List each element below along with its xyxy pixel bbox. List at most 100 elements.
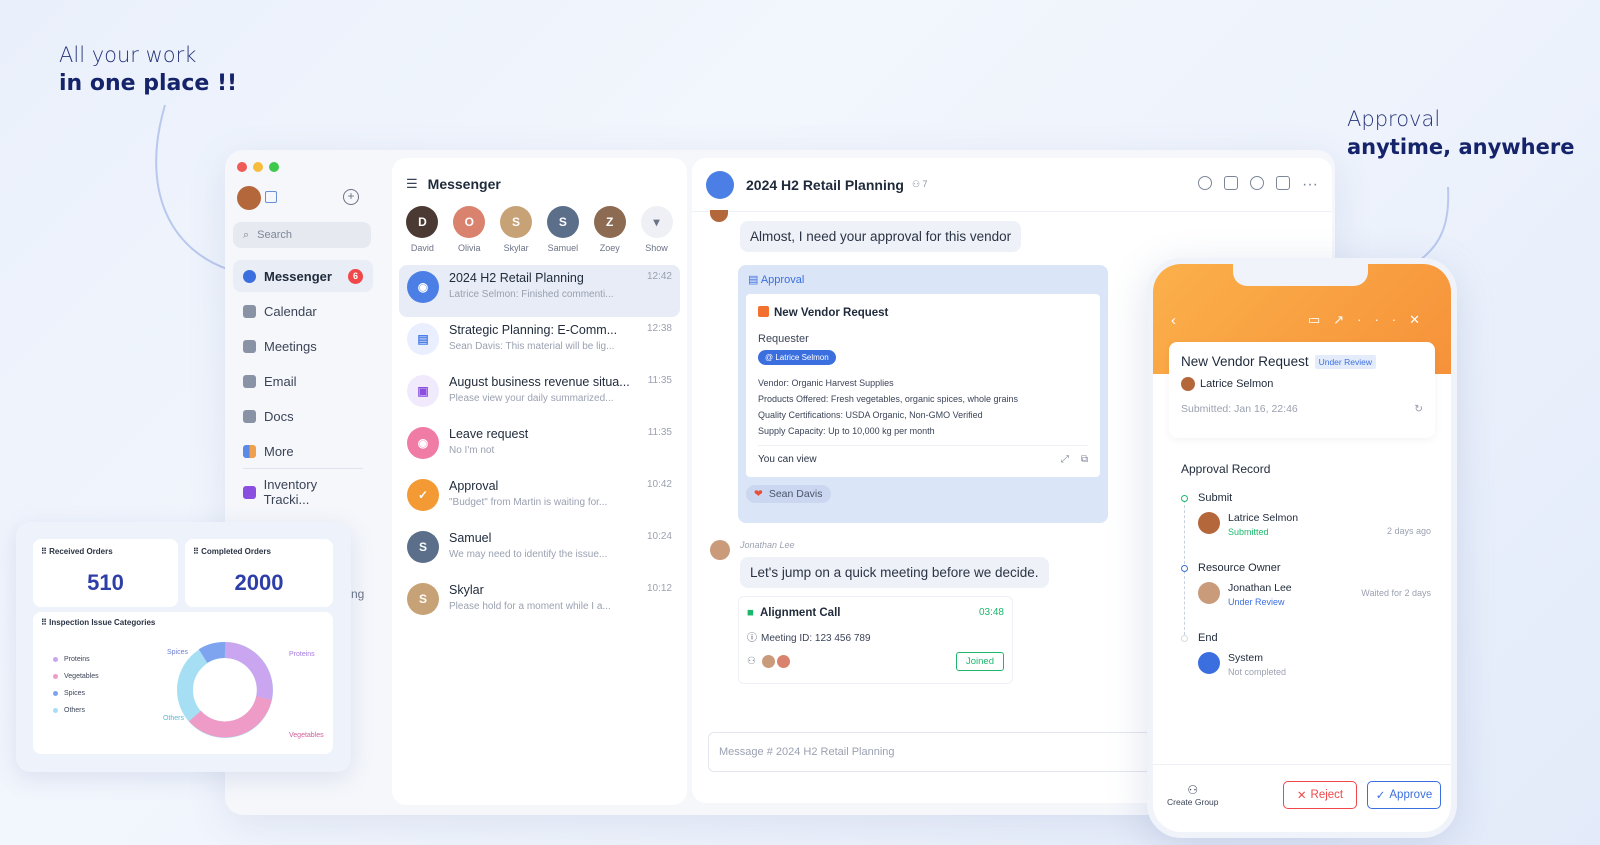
- header-actions[interactable]: ▭↗···✕: [1308, 312, 1433, 328]
- create-group-icon: ⚇: [1187, 782, 1199, 797]
- step-stage: Submit: [1198, 492, 1233, 504]
- approval-card[interactable]: ▤ Approval New Vendor Request Requester …: [738, 265, 1108, 523]
- legend-swatch: [53, 691, 58, 696]
- chat-name: 2024 H2 Retail Planning: [449, 271, 584, 285]
- chat-preview: No I'm not: [449, 445, 495, 456]
- unread-badge: 6: [348, 268, 363, 284]
- app-icon: [243, 485, 256, 499]
- legend-swatch: [53, 708, 58, 713]
- chat-item[interactable]: ▣ August business revenue situa... Please …: [399, 369, 680, 421]
- contact-skylar[interactable]: S Skylar: [493, 206, 540, 253]
- received-orders-card[interactable]: ⠿ Received Orders 510: [33, 539, 178, 607]
- more-icon[interactable]: ···: [1302, 176, 1318, 194]
- contact-zoey[interactable]: Z Zoey: [586, 206, 633, 253]
- donut-vegetables: [189, 695, 272, 738]
- headline-left-line1: All your work: [59, 43, 197, 67]
- nav-calendar-label: Calendar: [264, 303, 317, 319]
- reaction-chip[interactable]: ❤ Sean Davis: [746, 485, 831, 503]
- field-key: Supply Capacity:: [758, 426, 826, 436]
- requester-tag[interactable]: @ Latrice Selmon: [758, 350, 836, 365]
- video-icon[interactable]: [1224, 175, 1239, 190]
- create-group-button[interactable]: ⚇ Create Group: [1167, 783, 1219, 807]
- chat-name: Strategic Planning: E-Comm...: [449, 323, 618, 337]
- group-icon: ◉: [407, 271, 439, 303]
- close-dot[interactable]: [237, 162, 247, 172]
- nav-inventory[interactable]: Inventory Tracki...: [233, 476, 373, 508]
- nav-meetings[interactable]: Meetings: [233, 330, 373, 362]
- sender-name: Jonathan Lee: [740, 540, 795, 550]
- completed-orders-card[interactable]: ⠿ Completed Orders 2000: [185, 539, 333, 607]
- chat-item[interactable]: S Skylar Please hold for a moment while I …: [399, 577, 680, 629]
- phone-request-header: New Vendor Request Under Review: [1181, 354, 1423, 369]
- member-count: ⚇ 7: [911, 179, 928, 189]
- avatar: S: [500, 206, 533, 238]
- nav-messenger[interactable]: Messenger 6: [233, 260, 373, 292]
- add-member-icon[interactable]: [1250, 175, 1265, 190]
- inspection-card[interactable]: ⠿ Inspection Issue Categories Proteins V…: [33, 612, 333, 754]
- back-icon[interactable]: ‹: [1171, 312, 1176, 329]
- donut-spices: [198, 642, 226, 664]
- expand-icon[interactable]: ⤢: [1061, 454, 1069, 465]
- label-proteins: Proteins: [289, 651, 315, 658]
- submitted-row: Submitted: Jan 16, 22:46 ↻: [1181, 403, 1423, 415]
- meeting-card[interactable]: ■ Alignment Call 03:48 ⓘ Meeting ID: 123 45…: [738, 596, 1013, 684]
- chat-item[interactable]: S Samuel We may need to identify the issue…: [399, 525, 680, 577]
- search-box[interactable]: ⌕ Search: [233, 222, 371, 248]
- submitted-text: Submitted: Jan 16, 22:46: [1181, 403, 1298, 415]
- chat-item[interactable]: ✓ Approval "Budget" from Martin is waiting…: [399, 473, 680, 525]
- nav-more[interactable]: More: [233, 435, 373, 467]
- step-end: End System Not completed: [1181, 632, 1441, 677]
- show-more-contacts[interactable]: ▾ Show: [633, 206, 680, 253]
- step-dot: [1181, 635, 1188, 642]
- approval-label: ▤ Approval: [748, 274, 805, 286]
- participant-avatar: [776, 655, 790, 668]
- label-spices: Spices: [167, 649, 189, 656]
- avatar: [1198, 512, 1220, 534]
- chat-item[interactable]: ◉ 2024 H2 Retail Planning Latrice Selmon: …: [399, 265, 680, 317]
- nav-docs[interactable]: Docs: [233, 400, 373, 432]
- contact-olivia[interactable]: O Olivia: [446, 206, 493, 253]
- maximize-dot[interactable]: [269, 162, 279, 172]
- step-meta: Waited for 2 days: [1361, 588, 1431, 598]
- contact-samuel[interactable]: S Samuel: [539, 206, 586, 253]
- calendar-icon[interactable]: [1276, 175, 1291, 190]
- joined-button[interactable]: Joined: [956, 652, 1004, 671]
- doc-icon: ▤: [407, 323, 439, 355]
- chat-item[interactable]: ▤ Strategic Planning: E-Comm... Sean Davis…: [399, 317, 680, 369]
- step-state: Not completed: [1228, 667, 1287, 677]
- nav-calendar[interactable]: Calendar: [233, 295, 373, 327]
- nav-email[interactable]: Email: [233, 365, 373, 397]
- minimize-dot[interactable]: [253, 162, 263, 172]
- request-body: New Vendor Request Requester @ Latrice S…: [746, 294, 1100, 477]
- user-avatar[interactable]: [237, 186, 261, 210]
- chat-time: 12:42: [646, 271, 672, 282]
- reject-button[interactable]: ✕ Reject: [1283, 780, 1357, 809]
- label-vegetables: Vegetables: [289, 732, 324, 739]
- search-icon[interactable]: [1198, 175, 1213, 190]
- participants-icon: ⚇: [747, 656, 756, 667]
- request-title-text: New Vendor Request: [774, 307, 889, 319]
- contacts-row: D David O Olivia S Skylar S Samuel Z Zoey ▾ Sh…: [392, 192, 687, 253]
- message-2: Let's jump on a quick meeting before we …: [740, 557, 1049, 588]
- legend-swatch: [53, 657, 58, 662]
- approve-button[interactable]: ✓ Approve: [1367, 780, 1441, 809]
- approval-icon: ✓: [407, 479, 439, 511]
- calendar-mini-icon[interactable]: [265, 191, 277, 203]
- chat-item[interactable]: ◉ Leave request No I'm not 11:35: [399, 421, 680, 473]
- field-products: Products Offered: Fresh vegetables, orga…: [758, 391, 1088, 407]
- collapse-icon[interactable]: ☰: [406, 176, 418, 192]
- phone-requester: Latrice Selmon: [1181, 377, 1423, 391]
- phone-mockup: ‹ ▭↗···✕ New Vendor Request Under Review…: [1147, 258, 1457, 838]
- headline-left-line2: in one place !!: [59, 71, 238, 96]
- copy-icon[interactable]: ⧉: [1081, 454, 1088, 465]
- request-fields: Vendor: Organic Harvest Supplies Product…: [758, 375, 1088, 439]
- chevron-down-icon: ▾: [640, 206, 673, 238]
- refresh-icon[interactable]: ↻: [1414, 403, 1423, 415]
- grid-icon: [243, 444, 256, 458]
- add-icon[interactable]: +: [343, 189, 359, 205]
- contact-david[interactable]: D David: [399, 206, 446, 253]
- legend-label: Others: [64, 707, 86, 714]
- step-dot: [1181, 495, 1188, 502]
- sender-avatar-cut: [710, 210, 728, 222]
- donut-proteins: [224, 642, 273, 700]
